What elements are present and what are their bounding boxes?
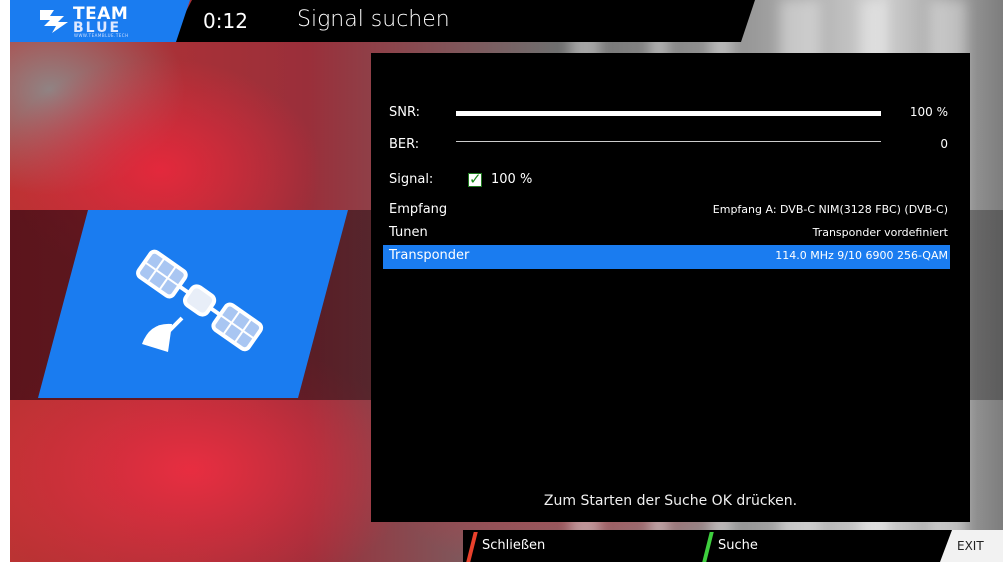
setting-value-empfang[interactable]: Empfang A: DVB-C NIM(3128 FBC) (DVB-C) <box>713 203 948 216</box>
signal-lock-checkbox: ✓ <box>468 170 482 188</box>
ber-label: BER: <box>389 137 420 152</box>
signal-value: 100 % <box>491 172 533 187</box>
ber-bar <box>456 141 881 142</box>
instruction-message: Zum Starten der Suche OK drücken. <box>543 493 798 509</box>
snr-label: SNR: <box>389 105 420 120</box>
exit-label[interactable]: EXIT <box>957 539 984 553</box>
setting-label-empfang[interactable]: Empfang <box>389 202 447 217</box>
team-blue-logo: TEAM BLUE WWW.TEAMBLUE.TECH <box>10 0 190 42</box>
signal-label: Signal: <box>389 172 434 187</box>
bottom-bar: Schließen Suche EXIT <box>10 530 1003 562</box>
team-blue-logo-icon <box>38 6 70 36</box>
setting-label-tunen[interactable]: Tunen <box>389 225 428 240</box>
clock: 0:12 <box>203 9 248 33</box>
logo-url: WWW.TEAMBLUE.TECH <box>74 33 129 38</box>
signal-dialog: SNR: 100 % BER: 0 Signal: ✓ 100 % Empfan… <box>371 53 970 522</box>
ber-value: 0 <box>940 137 948 151</box>
setting-value-transponder[interactable]: 114.0 MHz 9/10 6900 256-QAM <box>775 249 948 262</box>
close-button[interactable]: Schließen <box>482 538 545 553</box>
search-button[interactable]: Suche <box>718 538 758 553</box>
page-title: Signal suchen <box>297 7 450 32</box>
snr-value: 100 % <box>909 105 948 119</box>
setting-value-tunen[interactable]: Transponder vordefiniert <box>813 226 948 239</box>
title-bar <box>170 0 755 42</box>
snr-bar <box>456 111 881 116</box>
setting-label-transponder[interactable]: Transponder <box>389 248 469 263</box>
satellite-icon <box>136 249 264 352</box>
top-bar: TEAM BLUE WWW.TEAMBLUE.TECH 0:12 Signal … <box>10 0 1003 42</box>
checkmark-icon: ✓ <box>469 170 482 188</box>
